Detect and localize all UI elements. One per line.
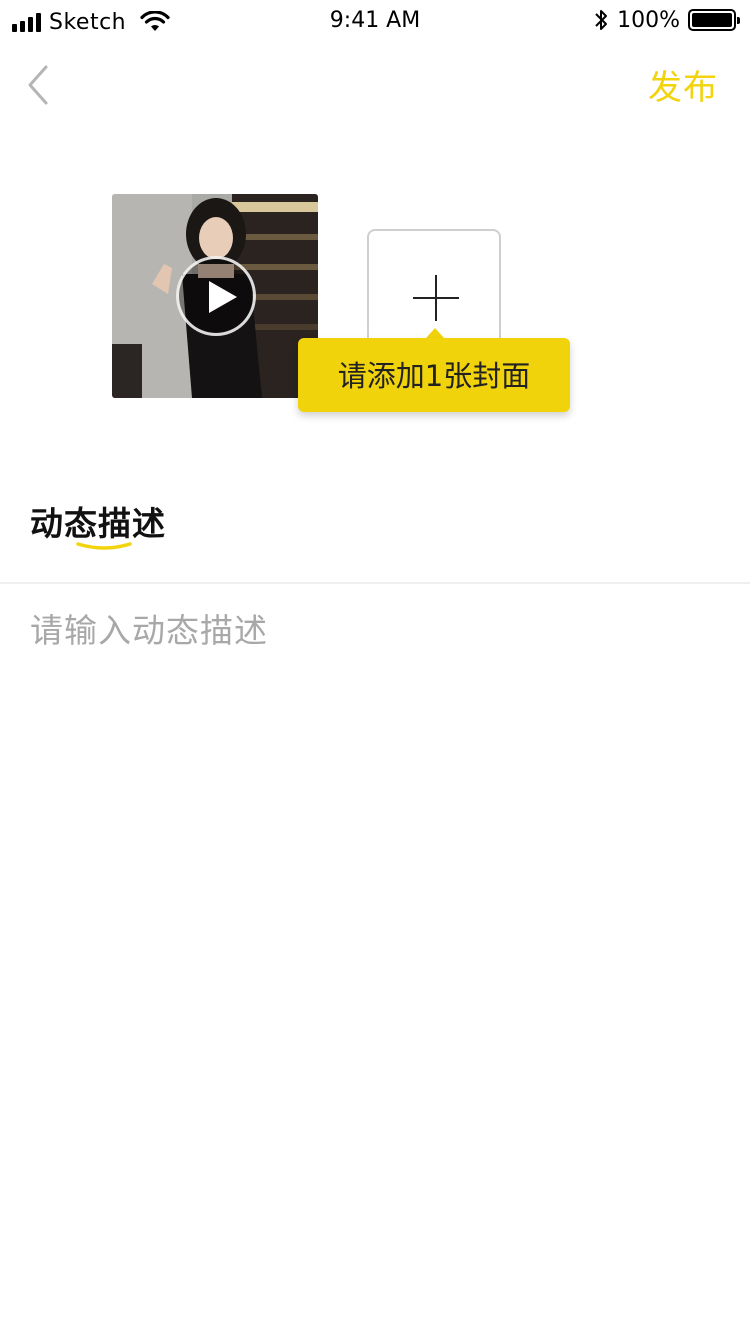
publish-post-screen: Sketch 9:41 AM 100% 发布 请添加1张封面 动态描述 请输入动… (0, 0, 750, 1334)
status-bar: Sketch 9:41 AM 100% (0, 0, 750, 44)
battery-icon (688, 9, 740, 31)
bluetooth-icon (595, 10, 608, 30)
video-thumbnail[interactable] (112, 194, 318, 398)
description-input[interactable]: 请输入动态描述 (30, 604, 720, 664)
status-bar-right: 100% (593, 7, 740, 33)
tooltip-arrow (426, 328, 444, 338)
publish-button[interactable]: 发布 (648, 60, 718, 109)
title-underline-decoration (76, 542, 132, 550)
play-icon[interactable] (176, 256, 256, 336)
battery-fill (692, 13, 732, 27)
add-cover-tooltip: 请添加1张封面 (298, 338, 570, 412)
battery-percent: 100% (617, 7, 680, 33)
plus-icon (413, 275, 459, 321)
description-title: 动态描述 (30, 504, 166, 543)
divider (0, 582, 750, 584)
chevron-left-icon[interactable] (24, 64, 54, 106)
